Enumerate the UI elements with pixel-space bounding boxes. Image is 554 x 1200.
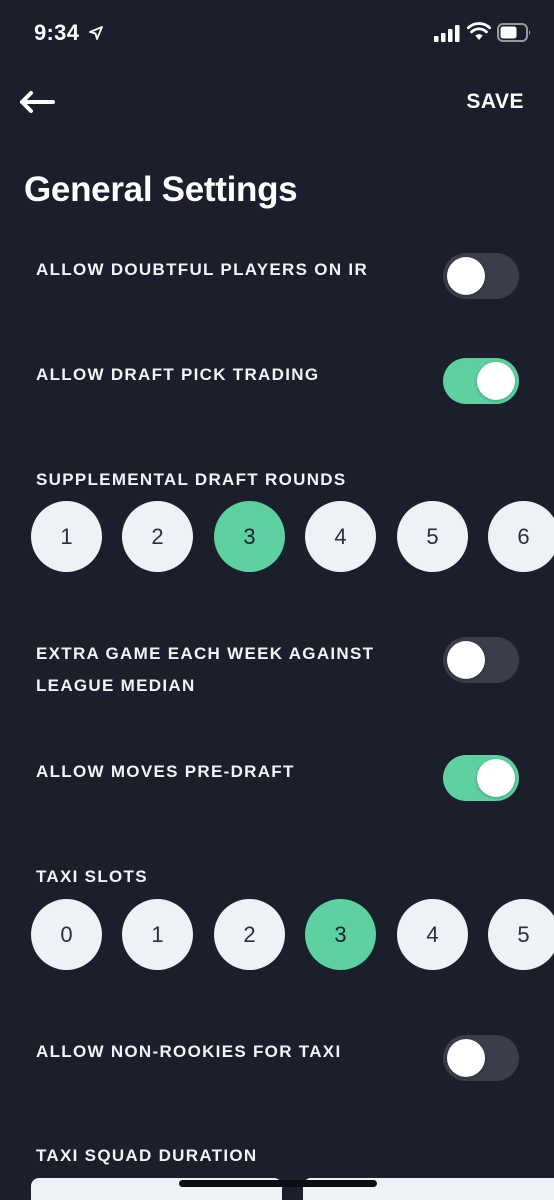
taxi-option-0[interactable]: 0	[31, 899, 102, 970]
page-title: General Settings	[24, 170, 298, 209]
round-option-6[interactable]: 6	[488, 501, 554, 572]
settings-screen: 9:34 SAVE General Settings ALLOW DOUBTFU…	[0, 0, 554, 1200]
home-indicator	[179, 1180, 377, 1187]
location-arrow-icon	[89, 26, 103, 40]
draft-pick-trading-label: ALLOW DRAFT PICK TRADING	[36, 365, 320, 384]
taxi-option-1[interactable]: 1	[122, 899, 193, 970]
round-option-1[interactable]: 1	[31, 501, 102, 572]
cell-signal-icon	[434, 25, 460, 42]
non-rookies-taxi-label: ALLOW NON-ROOKIES FOR TAXI	[36, 1042, 342, 1061]
back-arrow-icon[interactable]	[16, 86, 60, 118]
status-bar: 9:34	[0, 0, 554, 66]
draft-pick-trading-toggle[interactable]	[443, 358, 519, 404]
taxi-option-5[interactable]: 5	[488, 899, 554, 970]
league-median-label: EXTRA GAME EACH WEEK AGAINST LEAGUE MEDI…	[36, 644, 375, 695]
toggle-knob	[447, 641, 485, 679]
wifi-icon	[467, 22, 491, 40]
toggle-knob	[447, 257, 485, 295]
supplemental-rounds-label: SUPPLEMENTAL DRAFT ROUNDS	[36, 470, 347, 489]
moves-pre-draft-toggle[interactable]	[443, 755, 519, 801]
status-time: 9:34	[34, 20, 80, 45]
save-button[interactable]: SAVE	[466, 90, 524, 114]
taxi-option-4[interactable]: 4	[397, 899, 468, 970]
doubtful-ir-toggle[interactable]	[443, 253, 519, 299]
round-option-3[interactable]: 3	[214, 501, 285, 572]
toggle-knob	[447, 1039, 485, 1077]
taxi-duration-label: TAXI SQUAD DURATION	[36, 1146, 258, 1165]
non-rookies-taxi-toggle[interactable]	[443, 1035, 519, 1081]
league-median-toggle[interactable]	[443, 637, 519, 683]
toggle-knob	[477, 362, 515, 400]
round-option-2[interactable]: 2	[122, 501, 193, 572]
toggle-knob	[477, 759, 515, 797]
round-option-5[interactable]: 5	[397, 501, 468, 572]
supplemental-rounds-selector: 1 2 3 4 5 6	[0, 501, 554, 573]
taxi-option-2[interactable]: 2	[214, 899, 285, 970]
taxi-slots-selector: 0 1 2 3 4 5	[0, 899, 554, 971]
doubtful-ir-label: ALLOW DOUBTFUL PLAYERS ON IR	[36, 260, 369, 279]
taxi-option-3[interactable]: 3	[305, 899, 376, 970]
battery-icon	[497, 23, 531, 42]
taxi-slots-label: TAXI SLOTS	[36, 867, 148, 886]
round-option-4[interactable]: 4	[305, 501, 376, 572]
moves-pre-draft-label: ALLOW MOVES PRE-DRAFT	[36, 762, 295, 781]
